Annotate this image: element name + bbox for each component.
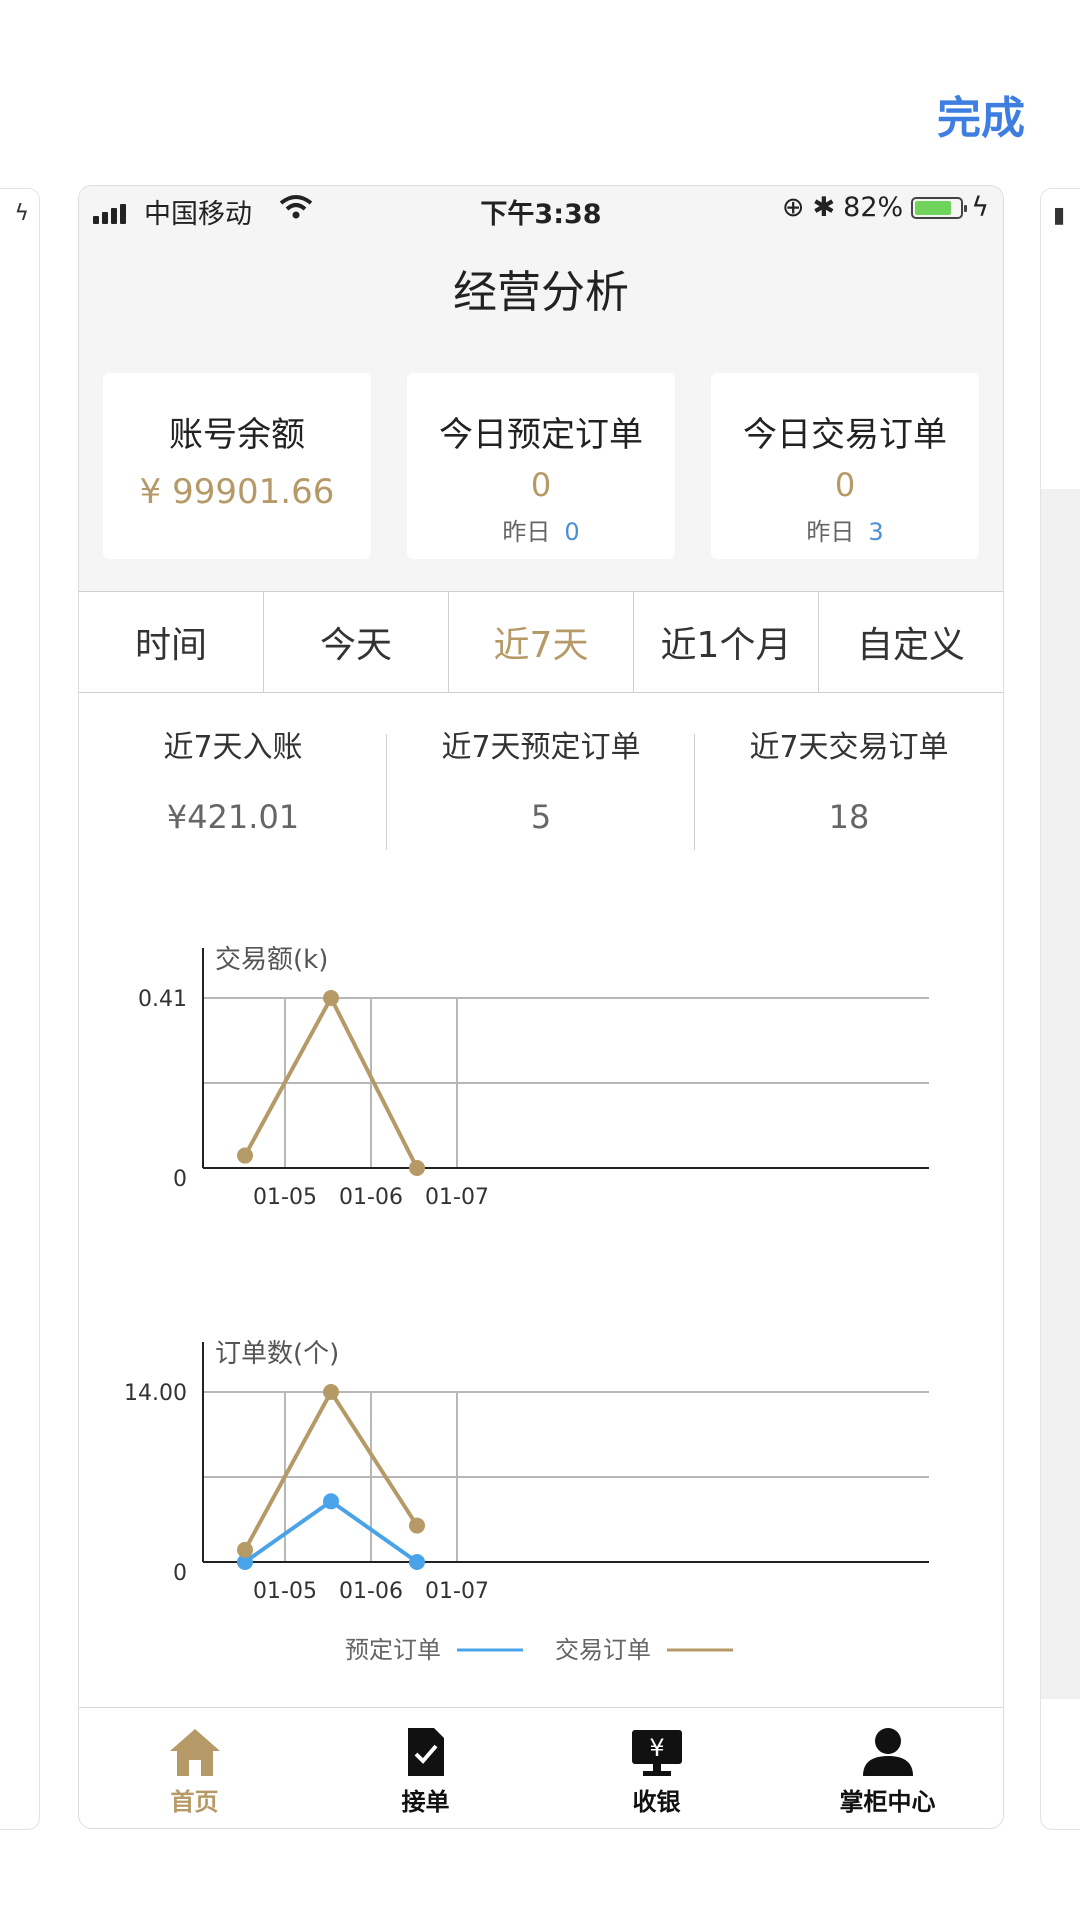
today-booking-card[interactable]: 今日预定订单 0 昨日 0 <box>407 373 675 559</box>
home-icon <box>167 1726 223 1778</box>
balance-value: ¥ 99901.66 <box>139 472 335 512</box>
data-point <box>323 1384 339 1400</box>
series-line <box>243 1498 419 1564</box>
tick-label: 01-05 <box>253 1579 317 1604</box>
order-check-icon <box>398 1726 454 1778</box>
nav-orders[interactable]: 接单 <box>310 1708 541 1828</box>
battery-percent: 82% <box>843 192 904 223</box>
app-screen: 中国移动 下午3:38 ⊕ ✱ 82% ϟ 经营分析 账号余额 ¥ 99901.… <box>78 185 1004 1829</box>
tick-label: 0 <box>173 1561 187 1586</box>
nav-owner-center[interactable]: 掌柜中心 <box>772 1708 1003 1828</box>
today-booking-value: 0 <box>530 466 552 504</box>
signal-icon: ▮ <box>1053 203 1066 228</box>
tick-label: 14.00 <box>124 1381 187 1406</box>
balance-label: 账号余额 <box>169 415 305 455</box>
tick-label: 01-07 <box>425 1185 489 1210</box>
legend-label: 交易订单 <box>555 1636 651 1664</box>
status-right: ⊕ ✱ 82% ϟ <box>782 192 989 223</box>
charging-icon: ϟ <box>14 201 29 226</box>
today-trade-value: 0 <box>834 466 856 504</box>
charging-icon: ϟ <box>971 192 989 223</box>
next-app-card[interactable]: ▮ <box>1040 188 1080 1830</box>
data-point <box>409 1554 425 1570</box>
svg-text:¥: ¥ <box>649 1734 664 1762</box>
tab-custom[interactable]: 自定义 <box>819 592 1003 692</box>
axis-label: 订单数(个) <box>215 1339 339 1369</box>
legend-label: 预定订单 <box>345 1636 441 1664</box>
tab-time[interactable]: 时间 <box>79 592 264 692</box>
stat-bookings: 近7天预定订单 5 <box>387 692 695 882</box>
balance-card[interactable]: 账号余额 ¥ 99901.66 <box>103 373 371 559</box>
tick-label: 01-06 <box>339 1579 403 1604</box>
battery-icon <box>911 196 968 219</box>
tab-last-7-days[interactable]: 近7天 <box>449 592 634 692</box>
summary-area: 中国移动 下午3:38 ⊕ ✱ 82% ϟ 经营分析 账号余额 ¥ 99901.… <box>79 186 1003 591</box>
stat-trades: 近7天交易订单 18 <box>749 730 949 836</box>
axis-label: 交易额(k) <box>215 945 328 975</box>
next-app-preview <box>1041 489 1080 1699</box>
nav-cashier[interactable]: ¥ 收银 <box>541 1708 772 1828</box>
bottom-nav: 首页 接单 ¥ 收银 掌柜中心 <box>79 1707 1003 1828</box>
user-icon <box>860 1726 916 1778</box>
cashier-icon: ¥ <box>629 1726 685 1778</box>
data-point <box>409 1517 425 1534</box>
bluetooth-icon: ✱ <box>812 192 836 223</box>
series-line <box>243 1388 419 1551</box>
tab-last-month[interactable]: 近1个月 <box>634 592 819 692</box>
done-button[interactable]: 完成 <box>937 82 1025 146</box>
tick-label: 01-06 <box>339 1185 403 1210</box>
today-trade-card[interactable]: 今日交易订单 0 昨日 3 <box>711 373 979 559</box>
tab-today[interactable]: 今天 <box>264 592 449 692</box>
data-point <box>409 1160 425 1176</box>
time-range-tabs: 时间 今天 近7天 近1个月 自定义 <box>79 591 1003 693</box>
orientation-lock-icon: ⊕ <box>781 192 805 223</box>
tick-label: 0 <box>173 1167 187 1192</box>
previous-app-card[interactable]: ϟ <box>0 188 40 1830</box>
tick-label: 0.41 <box>138 987 187 1012</box>
today-booking-label: 今日预定订单 <box>439 415 643 455</box>
tick-label: 01-07 <box>425 1579 489 1604</box>
period-stats: 近7天入账 ¥421.01 近7天预定订单 5 近7天交易订单 18 <box>79 692 1003 882</box>
stat-income: 近7天入账 ¥421.01 <box>79 692 387 882</box>
data-point <box>323 1493 339 1510</box>
nav-home[interactable]: 首页 <box>79 1708 310 1828</box>
today-trade-label: 今日交易订单 <box>743 415 947 455</box>
data-point <box>237 1541 253 1558</box>
yesterday-trade: 昨日 3 <box>806 518 884 546</box>
page-title: 经营分析 <box>453 267 629 318</box>
charts-area: 交易额(k) 0 0.41 01-05 01-06 01-07 订单数(个) 0 14.00 01… <box>124 945 929 1664</box>
tick-label: 01-05 <box>253 1185 317 1210</box>
data-point <box>323 990 339 1006</box>
data-point <box>237 1147 253 1164</box>
yesterday-booking: 昨日 0 <box>502 518 580 546</box>
status-bar: 中国移动 下午3:38 ⊕ ✱ 82% ϟ <box>79 186 1003 238</box>
